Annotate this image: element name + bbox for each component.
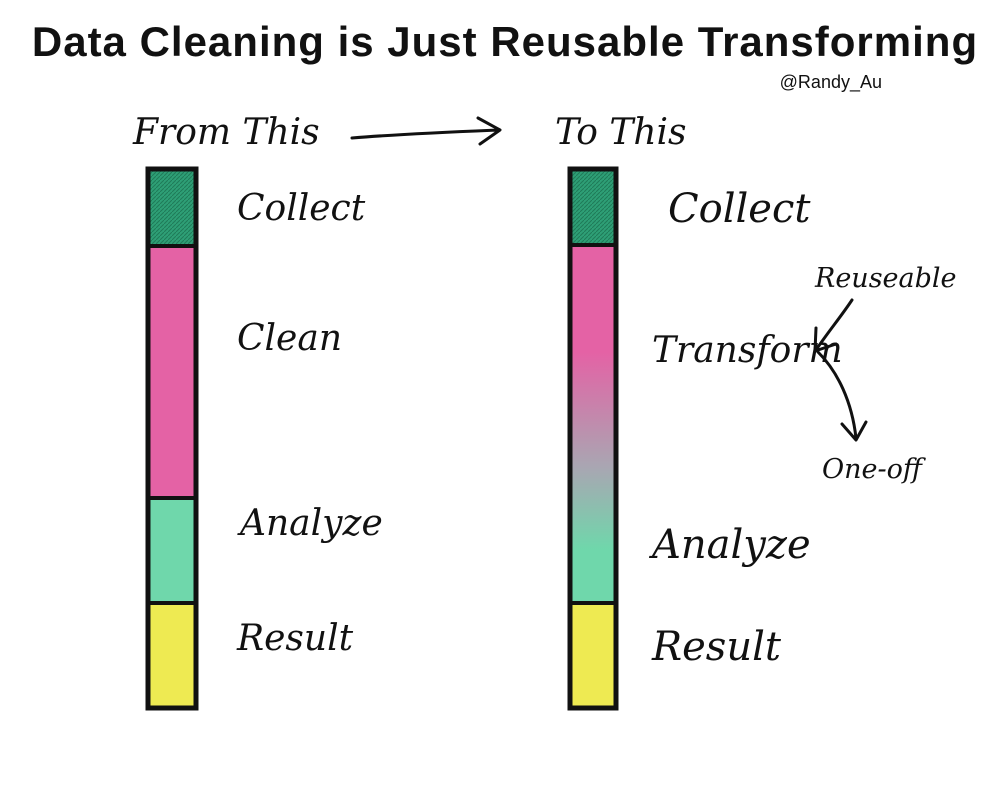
diagram-canvas: Data Cleaning is Just Reusable Transform… <box>32 18 978 711</box>
right-transform-segment <box>570 245 616 603</box>
left-label-analyze: Analyze <box>237 503 383 544</box>
right-label-result: Result <box>651 624 782 670</box>
branch-label-reusable: Reuseable <box>814 263 957 294</box>
right-label-analyze: Analyze <box>648 522 811 568</box>
right-bar <box>567 166 619 711</box>
page-title: Data Cleaning is Just Reusable Transform… <box>32 18 978 65</box>
right-result-segment <box>570 603 616 708</box>
arrow-right-icon <box>350 116 502 146</box>
right-collect-segment <box>570 169 616 245</box>
left-collect-segment <box>148 169 196 246</box>
right-label-collect: Collect <box>668 186 811 232</box>
arrow-down-left-icon <box>813 298 854 353</box>
left-label-result: Result <box>236 618 354 659</box>
left-analyze-segment <box>148 498 196 603</box>
left-bar <box>145 166 199 711</box>
left-result-segment <box>148 603 196 708</box>
author-handle: @Randy_Au <box>780 72 882 93</box>
right-header: To This <box>555 112 687 153</box>
left-label-collect: Collect <box>237 188 366 229</box>
branch-label-oneoff: One-off <box>822 454 926 485</box>
left-label-clean: Clean <box>237 318 342 359</box>
left-header: From This <box>132 112 320 153</box>
left-clean-segment <box>148 246 196 498</box>
